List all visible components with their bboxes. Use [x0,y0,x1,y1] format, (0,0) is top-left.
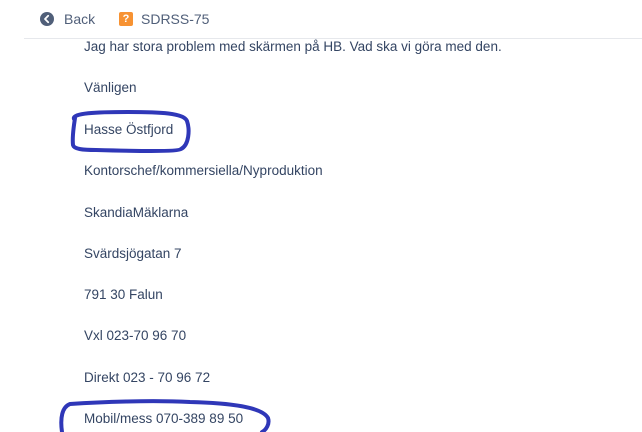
signature-postal: 791 30 Falun [84,287,163,302]
issue-key-link[interactable]: ? SDRSS-75 [119,10,209,28]
signature-company: SkandiaMäklarna [84,205,189,220]
signature-mobile: Mobil/mess 070-389 89 50 [84,411,244,426]
signature-name: Hasse Östfjord [84,122,174,137]
signature-title: Kontorschef/kommersiella/Nyproduktion [84,163,323,178]
description-line: Vänligen [84,80,137,95]
signature-street: Svärdsjögatan 7 [84,246,182,261]
description-line: Jag har stora problem med skärmen på HB.… [84,39,502,54]
signature-direct-phone: Direkt 023 - 70 96 72 [84,370,211,385]
issue-view-page: Back ? SDRSS-75 Jag har stora problem me… [0,0,642,432]
issue-key: SDRSS-75 [141,11,210,27]
signature-switchboard: Vxl 023-70 96 70 [84,328,187,343]
top-navigation-bar: Back ? SDRSS-75 [0,0,642,38]
back-label: Back [64,11,96,27]
question-mark-square-icon: ? [119,12,133,26]
back-button[interactable]: Back [40,10,95,28]
arrow-left-circle-icon [40,12,54,26]
